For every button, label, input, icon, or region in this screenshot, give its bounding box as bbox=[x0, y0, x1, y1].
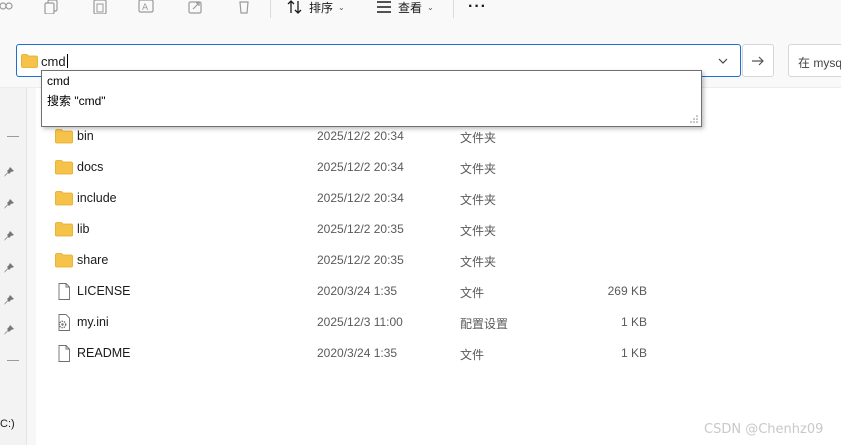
share-icon[interactable] bbox=[186, 0, 206, 14]
chevron-down-icon: ⌄ bbox=[427, 2, 434, 12]
file-row[interactable]: lib 2025/12/2 20:35 文件夹 bbox=[55, 214, 705, 245]
folder-icon bbox=[21, 54, 38, 71]
cut-icon[interactable] bbox=[0, 0, 16, 14]
file-type: 文件夹 bbox=[460, 224, 497, 238]
watermark: CSDN @Chenhz09 bbox=[704, 422, 824, 437]
file-row[interactable]: my.ini 2025/12/3 11:00 配置设置 1 KB bbox=[55, 307, 705, 338]
navigation-pane bbox=[0, 88, 26, 445]
folder-icon bbox=[55, 252, 73, 268]
pane-splitter[interactable] bbox=[26, 88, 36, 445]
file-name: share bbox=[77, 253, 109, 267]
suggestion-item[interactable]: cmd bbox=[47, 74, 70, 88]
file-type: 文件 bbox=[460, 286, 485, 300]
file-date: 2025/12/2 20:34 bbox=[317, 129, 404, 143]
file-type: 文件 bbox=[460, 348, 485, 362]
toolbar-divider bbox=[453, 0, 454, 18]
file-date: 2025/12/2 20:35 bbox=[317, 253, 404, 267]
file-date: 2025/12/2 20:35 bbox=[317, 222, 404, 236]
file-name: docs bbox=[77, 160, 104, 174]
chevron-down-icon[interactable] bbox=[714, 52, 732, 70]
nav-drive-label[interactable]: C:) bbox=[0, 418, 15, 430]
copy-icon[interactable] bbox=[41, 0, 61, 14]
nav-divider bbox=[7, 136, 19, 137]
search-input[interactable]: 在 mysq bbox=[788, 44, 841, 77]
file-icon bbox=[55, 345, 73, 362]
pin-icon[interactable] bbox=[3, 324, 15, 336]
file-name: LICENSE bbox=[77, 284, 131, 298]
file-type: 文件夹 bbox=[460, 131, 497, 145]
toolbar-divider bbox=[270, 0, 271, 18]
folder-icon bbox=[55, 159, 73, 175]
pin-icon[interactable] bbox=[3, 294, 15, 306]
file-type: 文件夹 bbox=[460, 255, 497, 269]
settings-file-icon bbox=[55, 314, 73, 331]
command-bar: A 排序 ⌄ 查看 ⌄ ··· bbox=[0, 0, 841, 34]
svg-text:A: A bbox=[142, 3, 149, 13]
suggestion-item[interactable]: 搜索 "cmd" bbox=[47, 92, 106, 109]
pin-icon[interactable] bbox=[3, 198, 15, 210]
file-name: include bbox=[77, 191, 117, 205]
rename-icon[interactable]: A bbox=[137, 0, 157, 14]
resize-grip-icon[interactable] bbox=[690, 115, 698, 123]
file-type: 文件夹 bbox=[460, 162, 497, 176]
more-options-button[interactable]: ··· bbox=[468, 0, 487, 16]
address-suggestions: cmd 搜索 "cmd" bbox=[41, 70, 702, 127]
file-name: README bbox=[77, 346, 131, 360]
view-label: 查看 bbox=[398, 0, 423, 15]
address-value: cmd bbox=[41, 54, 66, 69]
delete-icon[interactable] bbox=[234, 0, 254, 14]
file-type: 配置设置 bbox=[460, 317, 509, 331]
file-date: 2020/3/24 1:35 bbox=[317, 284, 398, 298]
paste-icon[interactable] bbox=[90, 0, 110, 14]
pin-icon[interactable] bbox=[3, 230, 15, 242]
file-row[interactable]: share 2025/12/2 20:35 文件夹 bbox=[55, 245, 705, 276]
folder-icon bbox=[55, 221, 73, 237]
chevron-down-icon: ⌄ bbox=[338, 2, 345, 12]
pin-icon[interactable] bbox=[3, 262, 15, 274]
file-name: lib bbox=[77, 222, 90, 236]
pin-icon[interactable] bbox=[3, 166, 15, 178]
file-row[interactable]: README 2020/3/24 1:35 文件 1 KB bbox=[55, 338, 705, 369]
sort-label: 排序 bbox=[309, 0, 334, 15]
file-size: 1 KB bbox=[620, 346, 647, 360]
file-size: 269 KB bbox=[607, 284, 647, 298]
arrow-right-icon bbox=[752, 56, 764, 65]
folder-icon bbox=[55, 190, 73, 206]
file-date: 2025/12/2 20:34 bbox=[317, 160, 404, 174]
file-name: my.ini bbox=[77, 315, 109, 329]
file-date: 2025/12/3 11:00 bbox=[317, 315, 403, 329]
folder-icon bbox=[55, 128, 73, 144]
address-input[interactable]: cmd bbox=[41, 54, 68, 69]
nav-divider bbox=[7, 360, 19, 361]
text-caret bbox=[66, 54, 68, 68]
search-placeholder: 在 mysq bbox=[798, 56, 841, 70]
go-button[interactable] bbox=[742, 44, 774, 77]
file-row[interactable]: LICENSE 2020/3/24 1:35 文件 269 KB bbox=[55, 276, 705, 307]
sort-menu-button[interactable]: 排序 ⌄ bbox=[287, 0, 345, 15]
file-date: 2025/12/2 20:34 bbox=[317, 191, 404, 205]
view-icon bbox=[377, 1, 391, 13]
file-icon bbox=[55, 283, 73, 300]
file-name: bin bbox=[77, 129, 94, 143]
sort-icon bbox=[287, 0, 302, 14]
file-size: 1 KB bbox=[620, 315, 647, 329]
file-row[interactable]: docs 2025/12/2 20:34 文件夹 bbox=[55, 152, 705, 183]
file-row[interactable]: include 2025/12/2 20:34 文件夹 bbox=[55, 183, 705, 214]
file-date: 2020/3/24 1:35 bbox=[317, 346, 398, 360]
view-menu-button[interactable]: 查看 ⌄ bbox=[376, 0, 434, 15]
file-type: 文件夹 bbox=[460, 193, 497, 207]
